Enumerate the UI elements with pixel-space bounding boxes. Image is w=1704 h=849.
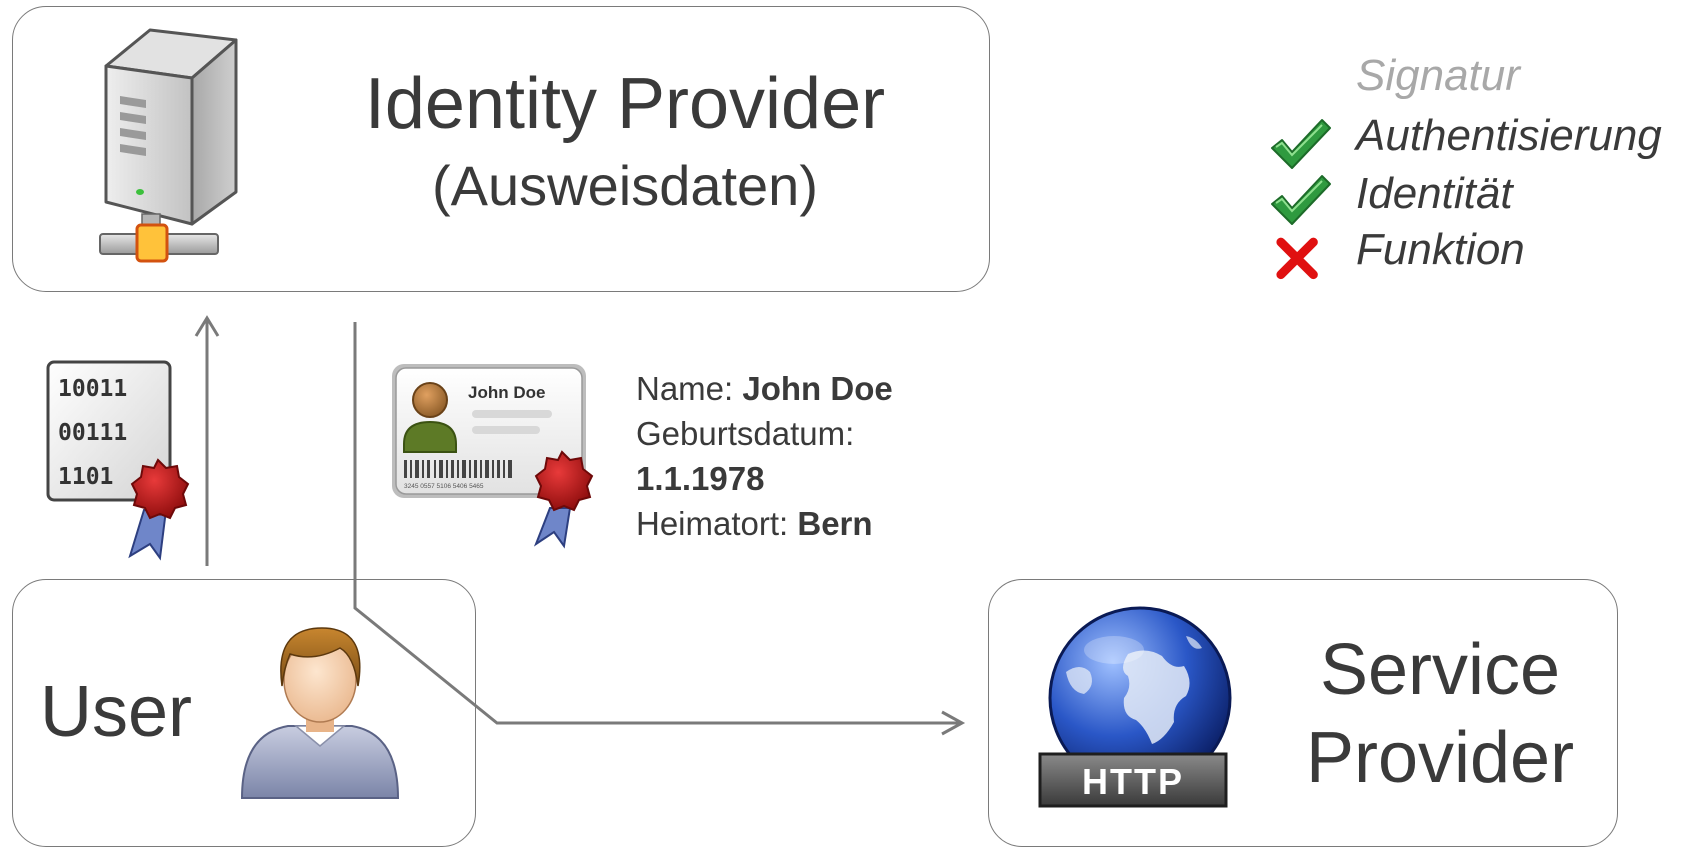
id-card-info: Name: John Doe Geburtsdatum: 1.1.1978 He… (636, 366, 893, 546)
birth-label: Geburtsdatum: (636, 415, 855, 452)
name-label: Name: (636, 370, 743, 407)
hometown-value: Bern (797, 505, 873, 542)
http-badge-text: HTTP (1082, 761, 1184, 802)
name-line: Name: John Doe (636, 366, 893, 411)
binary-row-3: 1101 (58, 464, 113, 490)
signed-binary-document-icon: 10011 00111 1101 (46, 360, 190, 561)
hometown-line: Heimatort: Bern (636, 501, 893, 546)
name-value: John Doe (742, 370, 893, 407)
binary-row-2: 00111 (58, 420, 127, 446)
globe-http-icon: HTTP (1038, 606, 1232, 808)
id-card-name: John Doe (468, 383, 545, 402)
hometown-label: Heimatort: (636, 505, 798, 542)
id-card-number: 3245 0557 5106 5406 5465 (404, 483, 484, 490)
binary-row-1: 10011 (58, 376, 127, 402)
user-avatar-icon (240, 627, 400, 799)
id-card-icon: John Doe 3245 0557 5106 5406 5465 (392, 364, 594, 549)
birth-value: 1.1.1978 (636, 460, 765, 497)
